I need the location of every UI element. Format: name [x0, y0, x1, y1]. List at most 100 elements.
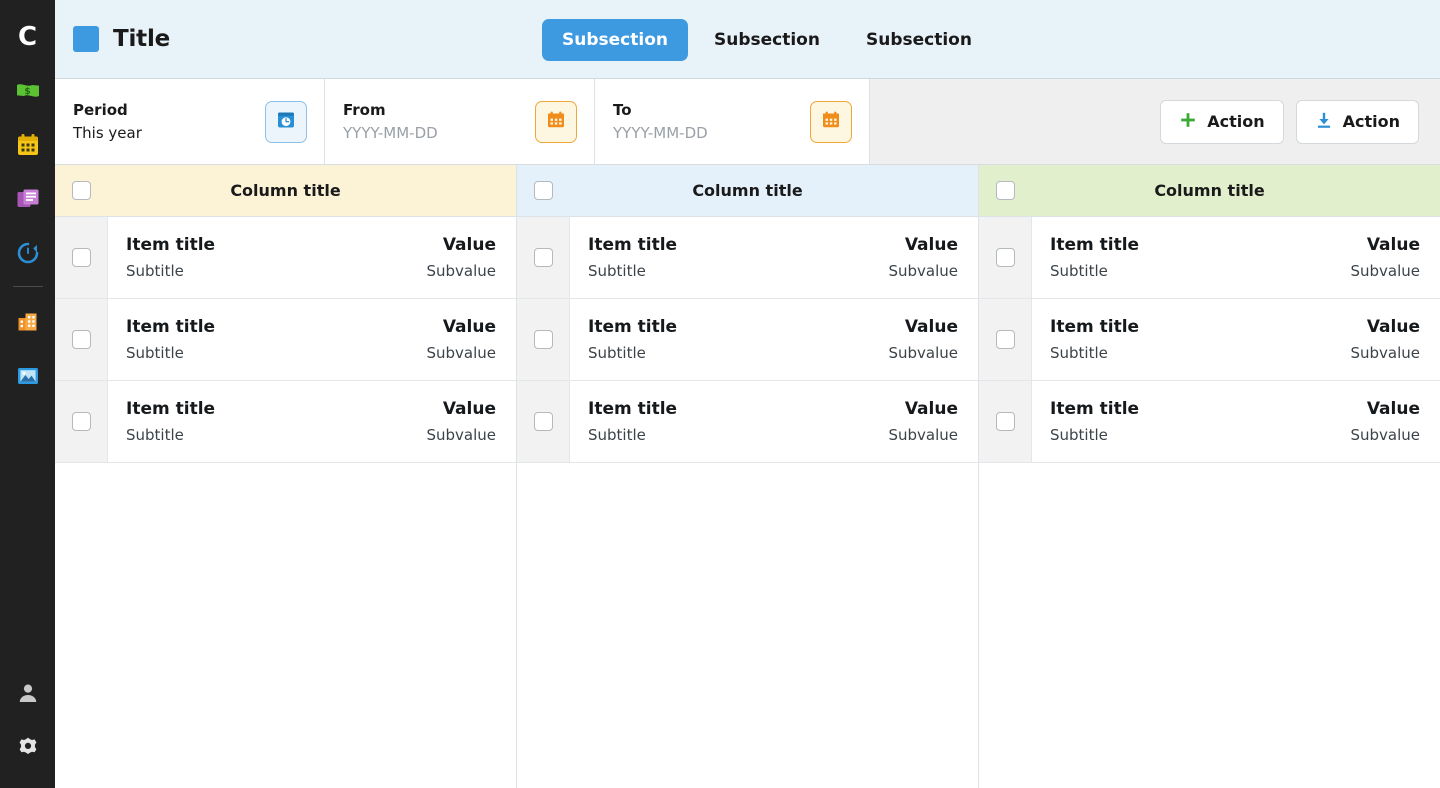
app-root: C $ [0, 0, 1440, 788]
from-filter[interactable]: From YYYY-MM-DD [325, 79, 595, 164]
row-checkbox-cell[interactable] [979, 217, 1032, 298]
item-title: Item title [126, 235, 215, 255]
column-2-select-all-cell[interactable] [517, 165, 570, 216]
sidebar-item-money[interactable]: $ [0, 64, 55, 118]
to-date-input[interactable]: YYYY-MM-DD [613, 125, 708, 142]
row-primary-line: Item title Value [126, 235, 496, 255]
item-value: Value [1367, 399, 1420, 419]
sidebar-item-calendar[interactable] [0, 118, 55, 172]
column-1-empty-area [55, 463, 516, 788]
table-row[interactable]: Item title Value Subtitle Subvalue [55, 381, 516, 463]
item-title: Item title [588, 399, 677, 419]
row-checkbox[interactable] [72, 412, 91, 431]
row-primary-line: Item title Value [588, 235, 958, 255]
period-filter[interactable]: Period This year [55, 79, 325, 164]
row-checkbox[interactable] [72, 330, 91, 349]
from-date-input[interactable]: YYYY-MM-DD [343, 125, 438, 142]
add-action-button[interactable]: Action [1160, 100, 1283, 144]
row-body: Item title Value Subtitle Subvalue [570, 381, 978, 462]
tab-subsection-1[interactable]: Subsection [542, 19, 688, 61]
row-body: Item title Value Subtitle Subvalue [108, 217, 516, 298]
item-subtitle: Subtitle [126, 262, 184, 280]
item-subvalue: Subvalue [888, 262, 958, 280]
money-bill-icon: $ [15, 78, 41, 104]
item-subvalue: Subvalue [1350, 344, 1420, 362]
row-checkbox[interactable] [996, 248, 1015, 267]
item-subvalue: Subvalue [426, 262, 496, 280]
item-title: Item title [1050, 317, 1139, 337]
row-checkbox[interactable] [72, 248, 91, 267]
row-checkbox-cell[interactable] [55, 299, 108, 380]
table-row[interactable]: Item title Value Subtitle Subvalue [517, 217, 978, 299]
row-primary-line: Item title Value [126, 399, 496, 419]
download-action-button[interactable]: Action [1296, 100, 1419, 144]
row-body: Item title Value Subtitle Subvalue [1032, 217, 1440, 298]
filter-bar: Period This year [55, 79, 1440, 165]
calendar-icon [545, 109, 567, 135]
documents-icon [15, 186, 41, 212]
from-calendar-button[interactable] [535, 101, 577, 143]
download-icon [1315, 111, 1333, 133]
sidebar-item-buildings[interactable] [0, 295, 55, 349]
table-row[interactable]: Item title Value Subtitle Subvalue [979, 381, 1440, 463]
column-3-select-all-checkbox[interactable] [996, 181, 1015, 200]
row-secondary-line: Subtitle Subvalue [126, 337, 496, 362]
image-icon [15, 363, 41, 389]
table-row[interactable]: Item title Value Subtitle Subvalue [979, 217, 1440, 299]
table-row[interactable]: Item title Value Subtitle Subvalue [55, 217, 516, 299]
row-primary-line: Item title Value [588, 317, 958, 337]
tab-bar: Subsection Subsection Subsection [542, 0, 992, 79]
item-subtitle: Subtitle [126, 426, 184, 444]
column-1-select-all-checkbox[interactable] [72, 181, 91, 200]
item-subvalue: Subvalue [888, 426, 958, 444]
row-checkbox-cell[interactable] [517, 299, 570, 380]
row-secondary-line: Subtitle Subvalue [588, 419, 958, 444]
sidebar-logo[interactable]: C [0, 10, 55, 64]
row-checkbox-cell[interactable] [979, 299, 1032, 380]
sidebar-item-user[interactable] [0, 666, 55, 720]
sidebar-item-documents[interactable] [0, 172, 55, 226]
row-body: Item title Value Subtitle Subvalue [108, 299, 516, 380]
from-text-group: From YYYY-MM-DD [343, 102, 438, 141]
to-label: To [613, 102, 708, 119]
row-checkbox[interactable] [996, 412, 1015, 431]
sidebar-item-settings[interactable] [0, 720, 55, 774]
tab-subsection-2[interactable]: Subsection [694, 19, 840, 61]
to-text-group: To YYYY-MM-DD [613, 102, 708, 141]
gear-icon [17, 736, 39, 758]
row-checkbox[interactable] [534, 248, 553, 267]
row-checkbox-cell[interactable] [517, 381, 570, 462]
item-subtitle: Subtitle [588, 262, 646, 280]
column-1-select-all-cell[interactable] [55, 165, 108, 216]
item-title: Item title [1050, 399, 1139, 419]
row-secondary-line: Subtitle Subvalue [1050, 337, 1420, 362]
table-row[interactable]: Item title Value Subtitle Subvalue [55, 299, 516, 381]
row-checkbox-cell[interactable] [55, 381, 108, 462]
row-checkbox-cell[interactable] [979, 381, 1032, 462]
period-label: Period [73, 102, 142, 119]
tab-subsection-3[interactable]: Subsection [846, 19, 992, 61]
table-row[interactable]: Item title Value Subtitle Subvalue [517, 381, 978, 463]
table-row[interactable]: Item title Value Subtitle Subvalue [979, 299, 1440, 381]
sidebar-item-history[interactable] [0, 226, 55, 280]
item-value: Value [1367, 317, 1420, 337]
column-2-select-all-checkbox[interactable] [534, 181, 553, 200]
row-checkbox[interactable] [534, 330, 553, 349]
column-3-select-all-cell[interactable] [979, 165, 1032, 216]
item-subtitle: Subtitle [588, 426, 646, 444]
table-row[interactable]: Item title Value Subtitle Subvalue [517, 299, 978, 381]
period-picker-button[interactable] [265, 101, 307, 143]
column-2: Column title Item title Value [517, 165, 979, 788]
row-checkbox[interactable] [534, 412, 553, 431]
to-filter[interactable]: To YYYY-MM-DD [595, 79, 870, 164]
from-label: From [343, 102, 438, 119]
item-value: Value [905, 399, 958, 419]
row-checkbox[interactable] [996, 330, 1015, 349]
column-3-title: Column title [1032, 181, 1440, 200]
row-checkbox-cell[interactable] [55, 217, 108, 298]
sidebar-item-images[interactable] [0, 349, 55, 403]
to-calendar-button[interactable] [810, 101, 852, 143]
row-primary-line: Item title Value [588, 399, 958, 419]
logo-c-icon: C [18, 24, 37, 50]
row-checkbox-cell[interactable] [517, 217, 570, 298]
